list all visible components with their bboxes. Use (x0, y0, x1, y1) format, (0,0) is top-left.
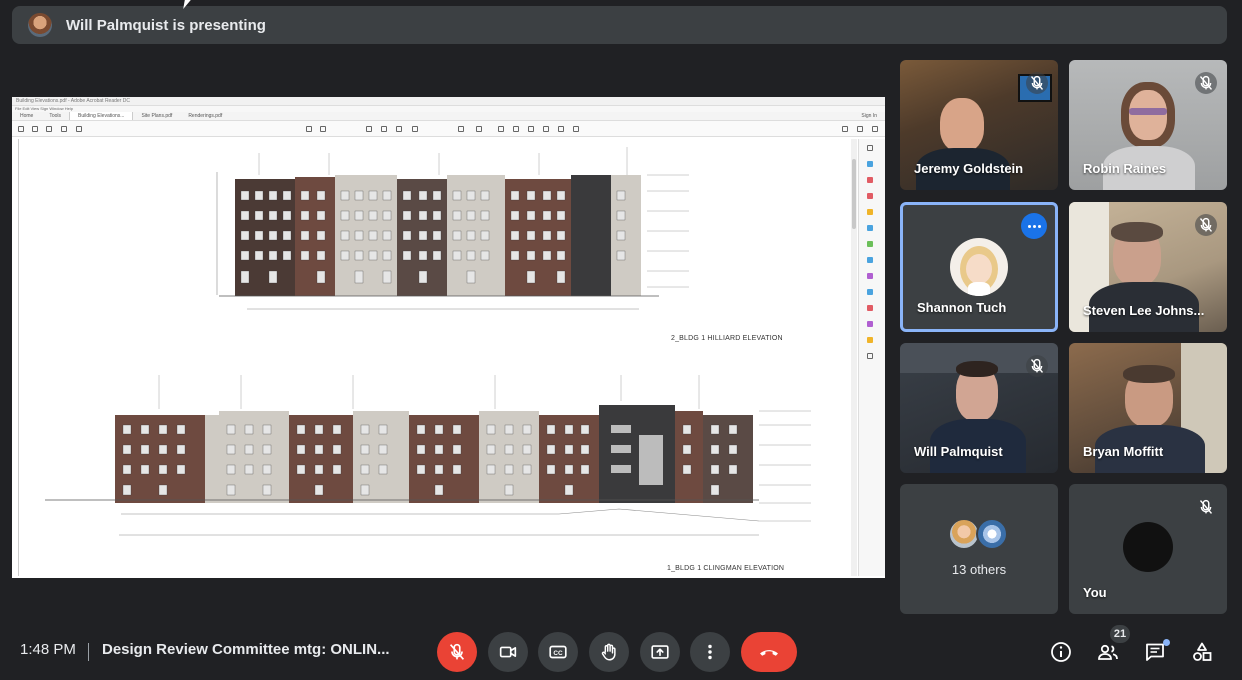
participant-tile-you[interactable]: You (1069, 484, 1227, 614)
clock-time: 1:48 PM (20, 641, 76, 658)
participant-tile-others[interactable]: 13 others (900, 484, 1058, 614)
participant-name: Jeremy Goldstein (914, 161, 1024, 176)
microphone-toggle-button[interactable] (437, 632, 477, 672)
acrobat-tab: Home (20, 113, 34, 119)
mic-off-icon (1026, 355, 1048, 377)
mic-off-icon (1026, 72, 1048, 94)
meeting-details-button[interactable] (1047, 638, 1075, 666)
shared-screen[interactable]: Building Elevations.pdf - Adobe Acrobat … (12, 97, 885, 578)
pdf-scrollbar[interactable] (851, 139, 857, 576)
hand-icon (601, 643, 616, 661)
meet-window: Will Palmquist is presenting Building El… (0, 0, 1242, 680)
pdf-page: 2_BLDG 1 HILLIARD ELEVATION 1_BLDG 1 CLI… (18, 139, 858, 576)
mic-off-icon (1195, 214, 1217, 236)
more-options-icon[interactable] (1021, 213, 1047, 239)
acrobat-title-bar: Building Elevations.pdf - Adobe Acrobat … (12, 97, 885, 106)
svg-text:CC: CC (553, 650, 563, 657)
acrobat-tools-rail (858, 139, 885, 576)
mic-off-icon (1195, 72, 1217, 94)
closed-captions-icon: CC (549, 645, 567, 659)
elevation-bottom-label: 1_BLDG 1 CLINGMAN ELEVATION (667, 565, 785, 572)
participant-tile-shannon[interactable]: Shannon Tuch (900, 202, 1058, 332)
present-screen-icon (651, 645, 669, 659)
more-vert-icon (708, 644, 712, 660)
present-screen-button[interactable] (640, 632, 680, 672)
bottom-building-elevation (45, 375, 811, 536)
acrobat-tab: Building Elevations... (69, 112, 134, 120)
people-icon (1098, 644, 1118, 660)
presenting-banner: Will Palmquist is presenting (12, 6, 1227, 44)
acrobat-sign-in: Sign In (861, 113, 877, 119)
video-camera-icon (499, 646, 517, 658)
participant-tile-robin[interactable]: Robin Raines (1069, 60, 1227, 190)
participant-name: Bryan Moffitt (1083, 444, 1164, 459)
participant-name: Steven Lee Johns... (1083, 303, 1205, 318)
participant-tile-will[interactable]: Will Palmquist (900, 343, 1058, 473)
meeting-title: Design Review Committee mtg: ONLIN... (102, 641, 390, 658)
participant-name: You (1083, 585, 1107, 600)
acrobat-tab: Renderings.pdf (188, 113, 223, 119)
others-avatars (948, 518, 1010, 550)
participant-name: Will Palmquist (914, 444, 1003, 459)
leave-call-button[interactable] (741, 632, 797, 672)
top-building-elevation (216, 147, 689, 310)
divider (88, 643, 89, 661)
raise-hand-button[interactable] (589, 632, 629, 672)
acrobat-tab: Tools (49, 113, 62, 119)
avatar (950, 238, 1008, 296)
mic-off-icon (1195, 496, 1217, 518)
activities-button[interactable] (1188, 638, 1216, 666)
participant-tile-steven[interactable]: Steven Lee Johns... (1069, 202, 1227, 332)
mic-off-icon (449, 643, 465, 660)
acrobat-tab: Site Plans.pdf (141, 113, 173, 119)
elevation-drawings (45, 147, 811, 536)
captions-button[interactable]: CC (538, 632, 578, 672)
avatar (1123, 522, 1173, 572)
hang-up-icon (760, 650, 778, 656)
acrobat-tabs: Home Tools Building Elevations... Site P… (12, 112, 885, 121)
acrobat-toolbar (12, 121, 885, 137)
presenter-avatar (28, 13, 52, 37)
participant-count-badge: 21 (1110, 625, 1130, 643)
participant-tile-jeremy[interactable]: Jeremy Goldstein (900, 60, 1058, 190)
presenting-text: Will Palmquist is presenting (66, 16, 266, 34)
activities-shapes-icon (1193, 642, 1212, 661)
participant-name: Shannon Tuch (917, 300, 1007, 315)
info-icon (1051, 642, 1071, 662)
participant-name: Robin Raines (1083, 161, 1167, 176)
others-count: 13 others (951, 562, 1007, 577)
more-options-button[interactable] (690, 632, 730, 672)
participant-tile-bryan[interactable]: Bryan Moffitt (1069, 343, 1227, 473)
camera-toggle-button[interactable] (488, 632, 528, 672)
elevation-top-label: 2_BLDG 1 HILLIARD ELEVATION (671, 335, 783, 342)
chat-notification-dot (1163, 639, 1170, 646)
